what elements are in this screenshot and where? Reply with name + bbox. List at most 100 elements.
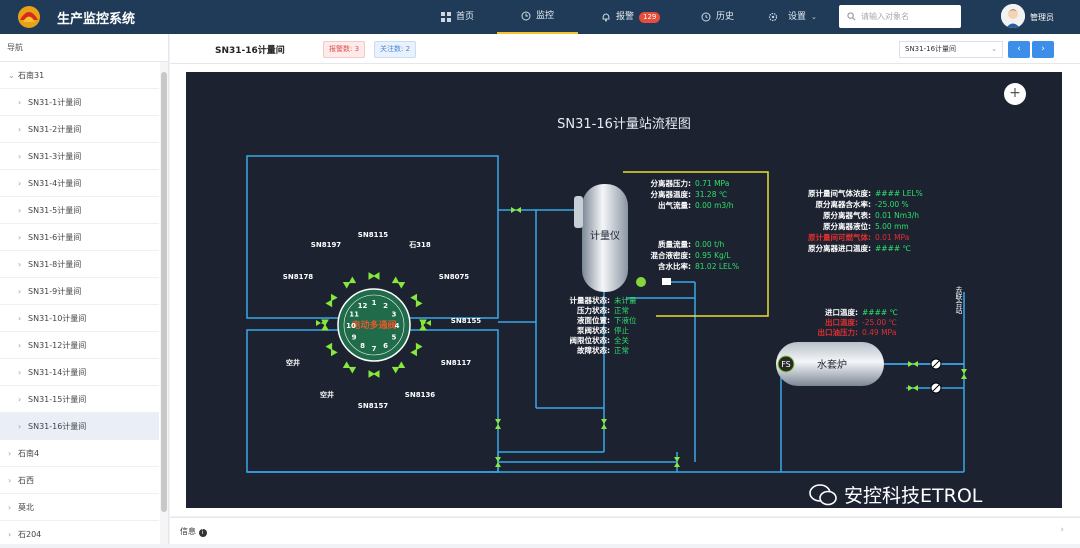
reading-label: 原分离器气表: [823, 210, 871, 220]
outlet-meters [930, 358, 942, 394]
sidebar-scrollbar[interactable] [160, 62, 168, 544]
reading-value: 0.71 MPa [695, 179, 729, 188]
tree-group[interactable]: › 石西 [0, 467, 159, 494]
branch-valve-icon[interactable] [410, 342, 423, 357]
avatar[interactable] [1001, 4, 1025, 28]
tree-item[interactable]: › SN31-14计量间 [0, 359, 159, 386]
water-jacket-heater: FS 水套炉 [776, 342, 884, 386]
well-label: SN8115 [358, 231, 389, 239]
nav-home-label: 首页 [456, 12, 475, 22]
branch-valve-icon[interactable] [410, 293, 423, 308]
gate-valve-icon[interactable] [495, 419, 501, 429]
branch-valve-icon[interactable] [325, 342, 338, 357]
branch-valve-icon[interactable] [391, 361, 406, 374]
branch-valve-icon[interactable] [325, 293, 338, 308]
flow-diagram-svg: SN31-16计量站流程图 计量仪 FS 水套炉 去联合站 电动多通阀 1 23… [246, 117, 967, 473]
chevron-down-icon: ⌄ [811, 13, 817, 21]
reading-label: 泵阀状态: [577, 325, 610, 335]
tree-group[interactable]: ⌄ 石南31 [0, 62, 159, 89]
reading-label: 分离器温度: [651, 189, 692, 199]
reading-label: 原分离器含水率: [816, 199, 872, 209]
tree-item[interactable]: › SN31-16计量间 [0, 413, 159, 440]
reading-value: 正常 [614, 346, 629, 355]
fs-label: FS [781, 360, 791, 369]
nav-settings[interactable]: 设置 ⌄ [768, 0, 817, 34]
gate-valve-icon[interactable] [511, 207, 521, 213]
branch-valve-icon[interactable] [342, 276, 357, 289]
well-label: SN8155 [451, 317, 482, 325]
nav-monitor[interactable]: 监控 [497, 0, 579, 34]
tree-item-label: SN31-16计量间 [28, 422, 87, 431]
branch-valve-icon[interactable] [342, 361, 357, 374]
meter-label: 计量仪 [590, 229, 620, 242]
gate-valve-icon[interactable] [601, 419, 607, 429]
tree-item-label: SN31-1计量间 [28, 98, 82, 107]
port-number: 4 [395, 322, 400, 330]
info-label[interactable]: 信息 i [180, 526, 207, 537]
search-input[interactable] [861, 12, 961, 21]
nav-history[interactable]: 历史 [701, 0, 734, 34]
station-select-value: SN31-16计量间 [905, 45, 957, 53]
tree-item[interactable]: › SN31-2计量间 [0, 116, 159, 143]
add-button[interactable]: + [1004, 83, 1026, 105]
reading-value: -25.00 ℃ [862, 318, 897, 327]
well-label: SN8157 [358, 402, 389, 410]
port-number: 12 [358, 302, 368, 310]
reading-label: 原分离器进口温度: [808, 243, 871, 253]
tree-item[interactable]: › SN31-15计量间 [0, 386, 159, 413]
well-label: 空井 [320, 390, 334, 399]
branch-valve-icon[interactable] [368, 272, 380, 280]
app-header: 生产监控系统 首页 监控 报警 129 历史 设置 ⌄ 管理员 [0, 0, 1080, 34]
next-station-button[interactable]: › [1032, 41, 1054, 58]
watch-count-tag[interactable]: 关注数: 2 [374, 41, 417, 58]
tree-item[interactable]: › SN31-9计量间 [0, 278, 159, 305]
tree-group[interactable]: › 石南4 [0, 440, 159, 467]
port-number: 1 [372, 299, 377, 307]
reading-value: 0.00 m3/h [695, 201, 734, 210]
tree-item[interactable]: › SN31-3计量间 [0, 143, 159, 170]
well-label: SN8197 [311, 241, 342, 249]
tree-item-label: 石204 [18, 530, 42, 539]
scroll-thumb[interactable] [161, 72, 167, 512]
chevron-down-icon: ⌄ [8, 71, 15, 80]
nav-alarm[interactable]: 报警 129 [601, 0, 661, 34]
chevron-right-icon[interactable]: › [1060, 525, 1064, 535]
user-name[interactable]: 管理员 [1030, 12, 1054, 23]
tree-group[interactable]: › 莫北 [0, 494, 159, 521]
valve-center-label: 电动多通阀 [351, 319, 396, 331]
app-title: 生产监控系统 [57, 12, 136, 27]
search-box[interactable] [839, 5, 961, 28]
flowmeter-icon [662, 278, 671, 285]
reading-label: 分离器压力: [651, 178, 692, 188]
station-select[interactable]: SN31-16计量间 ⌄ [899, 41, 1003, 58]
reading-label: 阀限位状态: [570, 335, 611, 345]
reading-label: 故障状态: [577, 345, 610, 355]
tree-item[interactable]: › SN31-8计量间 [0, 251, 159, 278]
branch-valve-icon[interactable] [391, 276, 406, 289]
reading-value: 停止 [614, 325, 629, 335]
gate-valve-icon[interactable] [908, 385, 918, 391]
gear-icon [768, 12, 778, 22]
tree-item[interactable]: › SN31-12计量间 [0, 332, 159, 359]
reading-value: 0.95 Kg/L [695, 251, 731, 260]
gate-valve-icon[interactable] [961, 369, 967, 379]
alarm-count-tag[interactable]: 报警数: 3 [323, 41, 366, 58]
reading-value: 5.00 mm [875, 222, 909, 231]
reading-label: 出口油压力: [818, 327, 859, 337]
tree-item[interactable]: › SN31-4计量间 [0, 170, 159, 197]
tree-item[interactable]: › SN31-10计量间 [0, 305, 159, 332]
chevron-right-icon: › [18, 341, 22, 350]
prev-station-button[interactable]: ‹ [1008, 41, 1030, 58]
reading-label: 出口温度: [825, 317, 858, 327]
tree-item[interactable]: › SN31-5计量间 [0, 197, 159, 224]
tree-item[interactable]: › SN31-6计量间 [0, 224, 159, 251]
chevron-right-icon: › [8, 503, 12, 512]
bell-icon [602, 13, 610, 22]
gate-valve-icon[interactable] [908, 361, 918, 367]
branch-valve-icon[interactable] [368, 370, 380, 378]
tree-item[interactable]: › SN31-1计量间 [0, 89, 159, 116]
nav-home[interactable]: 首页 [441, 0, 474, 34]
watermark: 安控科技ETROL [808, 481, 982, 508]
diagram-title: SN31-16计量站流程图 [557, 117, 691, 132]
reading-value: 未计量 [614, 295, 637, 305]
